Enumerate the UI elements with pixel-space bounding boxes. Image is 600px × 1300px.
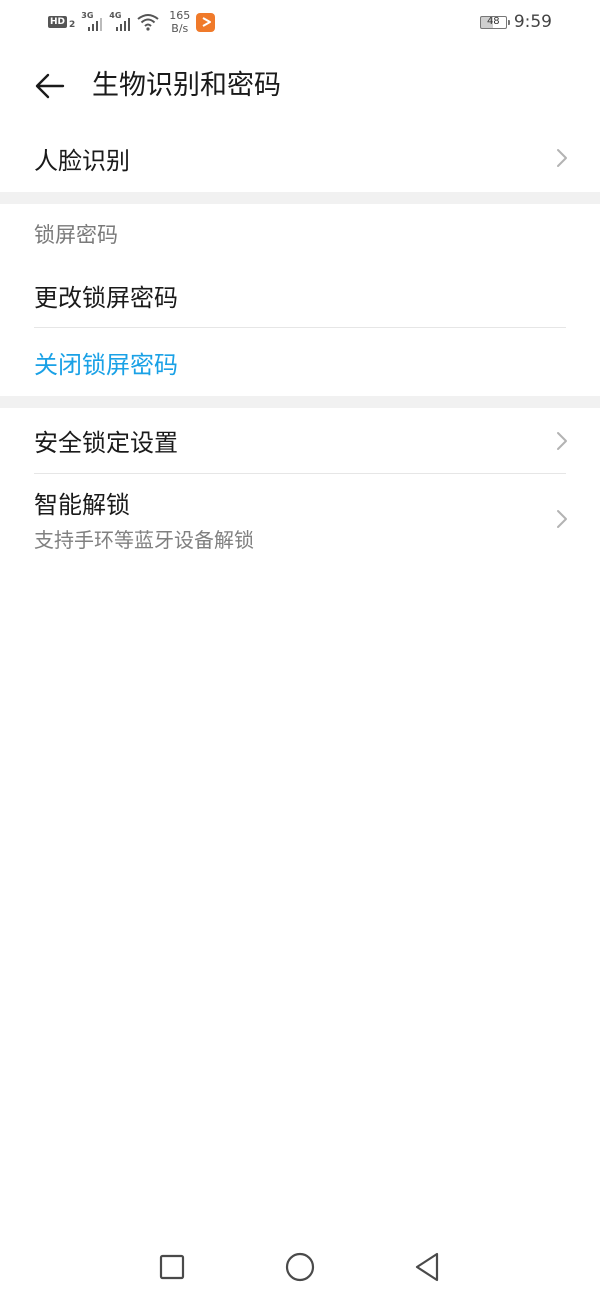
recent-apps-icon [159,1254,185,1280]
signal-4g-label: 4G [109,11,122,20]
smart-unlock-description: 支持手环等蓝牙设备解锁 [34,528,254,552]
face-recognition-row[interactable]: 人脸识别 [34,124,567,192]
chevron-right-icon [557,149,567,167]
wifi-icon [137,14,159,31]
arrow-left-icon [35,73,65,99]
face-group: 人脸识别 [0,124,600,192]
signal-4g-icon: 4G [109,11,131,32]
network-speed-unit: B/s [171,22,189,35]
signal-3g-label: 3G [81,11,94,20]
secure-lock-settings-label: 安全锁定设置 [34,429,178,457]
change-lock-password-label: 更改锁屏密码 [34,284,178,312]
status-bar: HD 2 3G 4G 165 B/s 48 9:59 [0,0,600,44]
recent-apps-button[interactable] [155,1250,189,1284]
disable-lock-password-label: 关闭锁屏密码 [34,350,178,379]
back-icon [415,1252,439,1282]
chevron-right-icon [557,510,567,528]
hd-icon: HD 2 [48,14,75,30]
app-notification-icon [196,12,216,32]
hd-sub-label: 2 [69,20,76,30]
chevron-right-icon [557,431,567,450]
change-lock-password-row[interactable]: 更改锁屏密码 [34,264,566,328]
disable-lock-password-row[interactable]: 关闭锁屏密码 [34,328,566,396]
title-bar: 生物识别和密码 [0,52,600,120]
home-button[interactable] [283,1250,317,1284]
lock-password-group: 锁屏密码 更改锁屏密码 关闭锁屏密码 [0,204,600,396]
signal-3g-icon: 3G [81,11,103,32]
battery-icon: 48 [479,15,510,29]
navigation-bar [0,1232,600,1300]
smart-unlock-row[interactable]: 智能解锁 支持手环等蓝牙设备解锁 [34,474,567,564]
clock: 9:59 [513,12,552,32]
security-group: 安全锁定设置 智能解锁 支持手环等蓝牙设备解锁 [0,408,600,564]
face-recognition-label: 人脸识别 [34,146,130,175]
network-speed: 165 B/s [169,9,190,35]
section-title: 锁屏密码 [34,223,118,247]
smart-unlock-label: 智能解锁 [34,491,130,519]
group-separator [0,396,600,408]
page-title: 生物识别和密码 [92,70,281,101]
secure-lock-settings-row[interactable]: 安全锁定设置 [34,408,567,474]
battery-level: 48 [486,16,500,27]
status-bar-right: 48 9:59 [479,8,552,36]
nav-back-button[interactable] [410,1250,444,1284]
home-icon [285,1252,315,1282]
group-separator [0,192,600,204]
lock-password-section-header: 锁屏密码 [34,204,566,264]
hd-label: HD [48,16,68,28]
network-speed-value: 165 [169,9,191,22]
back-button[interactable] [30,68,70,104]
status-bar-left: HD 2 3G 4G 165 B/s [48,8,216,36]
